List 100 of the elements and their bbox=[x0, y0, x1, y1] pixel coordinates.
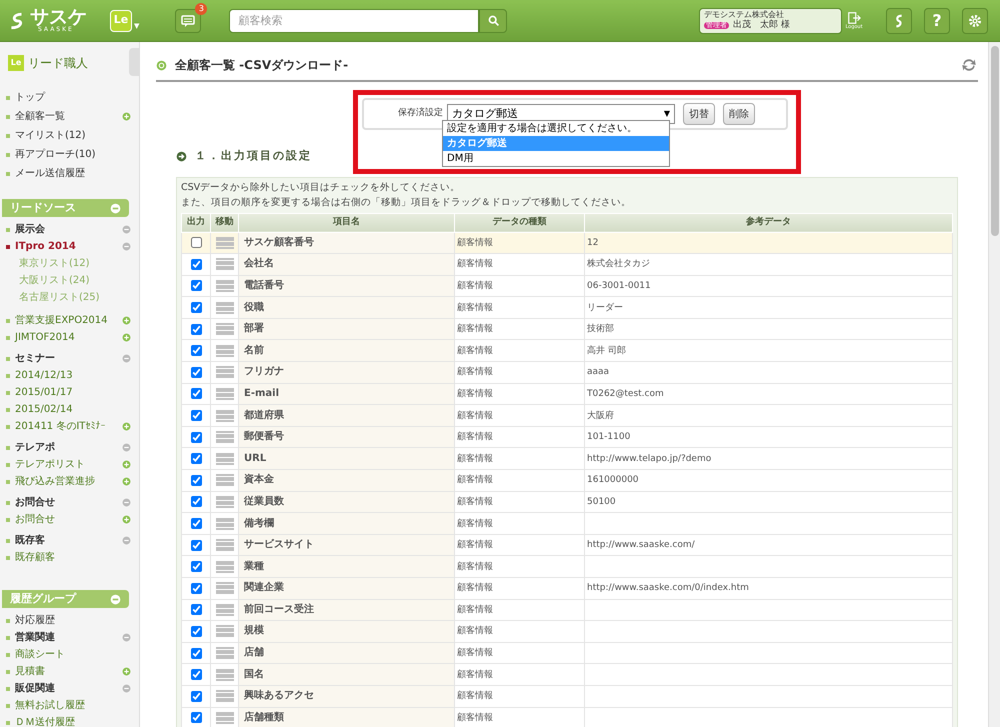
drag-handle-icon[interactable] bbox=[216, 668, 234, 682]
sidebar-item[interactable]: ITpro 2014 bbox=[15, 239, 76, 254]
notification-button[interactable] bbox=[175, 8, 202, 32]
checkbox[interactable] bbox=[190, 432, 202, 443]
drag-handle-icon[interactable] bbox=[216, 473, 234, 488]
dropdown-option[interactable]: 設定を適用する場合は選択してください。 bbox=[443, 121, 669, 136]
checkbox[interactable] bbox=[190, 518, 202, 530]
sidebar-item[interactable]: 無料お試し履歴 bbox=[15, 698, 85, 713]
checkbox[interactable] bbox=[190, 648, 202, 659]
checkbox[interactable] bbox=[190, 302, 202, 314]
sidebar-item[interactable]: トップ bbox=[15, 90, 45, 105]
table-cell: http://www.saaske.com/0/index.htm bbox=[584, 578, 952, 600]
checkbox[interactable] bbox=[190, 324, 202, 335]
table-cell: 業種 bbox=[238, 556, 454, 578]
column-header: 項目名 bbox=[238, 213, 454, 232]
help-button[interactable]: ? bbox=[924, 8, 950, 34]
drag-handle-icon[interactable] bbox=[216, 538, 234, 552]
table-cell: リーダー bbox=[584, 296, 952, 318]
checkbox[interactable] bbox=[190, 669, 202, 680]
drag-handle-icon[interactable] bbox=[216, 236, 234, 250]
checkbox[interactable] bbox=[190, 690, 202, 702]
sidebar-item[interactable]: 2015/02/14 bbox=[15, 402, 73, 417]
sidebar-group[interactable]: 既存客 bbox=[15, 533, 45, 548]
drag-handle-icon[interactable] bbox=[216, 386, 234, 401]
table-cell: 株式会社タカジ bbox=[584, 254, 952, 276]
app-home-button[interactable] bbox=[886, 8, 912, 34]
checkbox[interactable] bbox=[190, 496, 202, 508]
checkbox[interactable] bbox=[190, 453, 202, 464]
delete-button[interactable]: 削除 bbox=[723, 103, 755, 125]
checkbox[interactable] bbox=[190, 410, 202, 422]
drag-handle-icon[interactable] bbox=[216, 560, 234, 574]
sidebar-item[interactable]: お問合せ bbox=[15, 512, 55, 527]
sidebar-group[interactable]: 営業関連 bbox=[15, 630, 55, 645]
sidebar-item[interactable]: 2015/01/17 bbox=[15, 385, 73, 400]
drag-handle-icon[interactable] bbox=[216, 516, 234, 531]
sidebar-group[interactable]: 展示会 bbox=[15, 222, 45, 237]
checkbox[interactable] bbox=[190, 626, 202, 637]
drag-handle-icon[interactable] bbox=[216, 602, 234, 617]
drag-handle-icon[interactable] bbox=[216, 365, 234, 380]
sidebar-item[interactable]: 2014/12/13 bbox=[15, 368, 73, 383]
column-header: データの種類 bbox=[454, 213, 584, 232]
sidebar-item[interactable]: JIMTOF2014 bbox=[15, 330, 75, 345]
drag-handle-icon[interactable] bbox=[216, 300, 234, 315]
sidebar-item[interactable]: 201411 冬のITｾﾐﾅｰ bbox=[15, 419, 106, 434]
checkbox[interactable] bbox=[190, 388, 202, 400]
sidebar-item[interactable]: マイリスト(12) bbox=[15, 128, 86, 143]
drag-handle-icon[interactable] bbox=[216, 452, 234, 466]
checkbox[interactable] bbox=[190, 237, 202, 248]
table-cell: 顧客情報 bbox=[454, 664, 584, 686]
drag-handle-icon[interactable] bbox=[216, 344, 234, 358]
checkbox[interactable] bbox=[190, 474, 202, 486]
drag-handle-icon[interactable] bbox=[216, 689, 234, 704]
checkbox[interactable] bbox=[190, 366, 202, 378]
sidebar-item[interactable]: 飛び込み営業進捗 bbox=[15, 474, 95, 489]
sidebar-item[interactable]: メール送信履歴 bbox=[15, 166, 85, 181]
drag-handle-icon[interactable] bbox=[216, 278, 234, 293]
dropdown-option[interactable]: カタログ郵送 bbox=[443, 136, 669, 151]
sidebar-item[interactable]: 対応履歴 bbox=[15, 613, 55, 628]
sidebar-item[interactable]: 既存顧客 bbox=[15, 550, 55, 565]
switch-button[interactable]: 切替 bbox=[683, 103, 715, 125]
table-cell: 従業員数 bbox=[238, 491, 454, 513]
drag-handle-icon[interactable] bbox=[216, 646, 234, 660]
sidebar-group[interactable]: テレアポ bbox=[15, 440, 55, 455]
checkbox[interactable] bbox=[190, 604, 202, 616]
sidebar-item[interactable]: 再アプローチ(10) bbox=[15, 147, 96, 162]
drag-handle-icon[interactable] bbox=[216, 624, 234, 638]
drag-handle-icon[interactable] bbox=[216, 408, 234, 423]
drag-handle-icon[interactable] bbox=[216, 581, 234, 596]
checkbox[interactable] bbox=[190, 561, 202, 572]
sidebar-item[interactable]: 商談シート bbox=[15, 647, 65, 662]
checkbox[interactable] bbox=[190, 582, 202, 594]
sidebar-item[interactable]: 営業支援EXPO2014 bbox=[15, 313, 108, 328]
sidebar-item[interactable]: テレアポリスト bbox=[15, 457, 85, 472]
sidebar-group[interactable]: 販促関連 bbox=[15, 681, 55, 696]
sidebar-group[interactable]: セミナー bbox=[15, 351, 55, 366]
dropdown-option[interactable]: DM用 bbox=[443, 151, 669, 166]
bullet-icon bbox=[6, 318, 10, 322]
scrollbar[interactable] bbox=[988, 42, 1000, 727]
bullet-icon bbox=[6, 408, 10, 412]
checkbox[interactable] bbox=[190, 258, 202, 270]
sidebar-item[interactable]: 見積書 bbox=[15, 664, 45, 679]
search-field[interactable]: 顧客検索 bbox=[229, 8, 480, 32]
checkbox[interactable] bbox=[190, 712, 202, 724]
checkbox[interactable] bbox=[190, 540, 202, 551]
logo-text: サスケ bbox=[30, 8, 87, 27]
drag-handle-icon[interactable] bbox=[216, 494, 234, 509]
checkbox[interactable] bbox=[190, 345, 202, 356]
drag-handle-icon[interactable] bbox=[216, 710, 234, 725]
drag-handle-icon[interactable] bbox=[216, 322, 234, 336]
sidebar-group[interactable]: お問合せ bbox=[15, 495, 55, 510]
checkbox[interactable] bbox=[190, 280, 202, 292]
notification-badge: 3 bbox=[195, 2, 208, 14]
drag-handle-icon[interactable] bbox=[216, 257, 234, 272]
collapse-icon bbox=[122, 633, 131, 642]
drag-handle-icon[interactable] bbox=[216, 430, 234, 444]
bullet-icon bbox=[6, 96, 10, 100]
search-button[interactable] bbox=[479, 8, 508, 32]
sidebar-item[interactable]: ＤＭ送付履歴 bbox=[15, 715, 75, 727]
settings-button[interactable] bbox=[962, 8, 988, 34]
sidebar-item[interactable]: 全顧客一覧 bbox=[15, 109, 65, 124]
